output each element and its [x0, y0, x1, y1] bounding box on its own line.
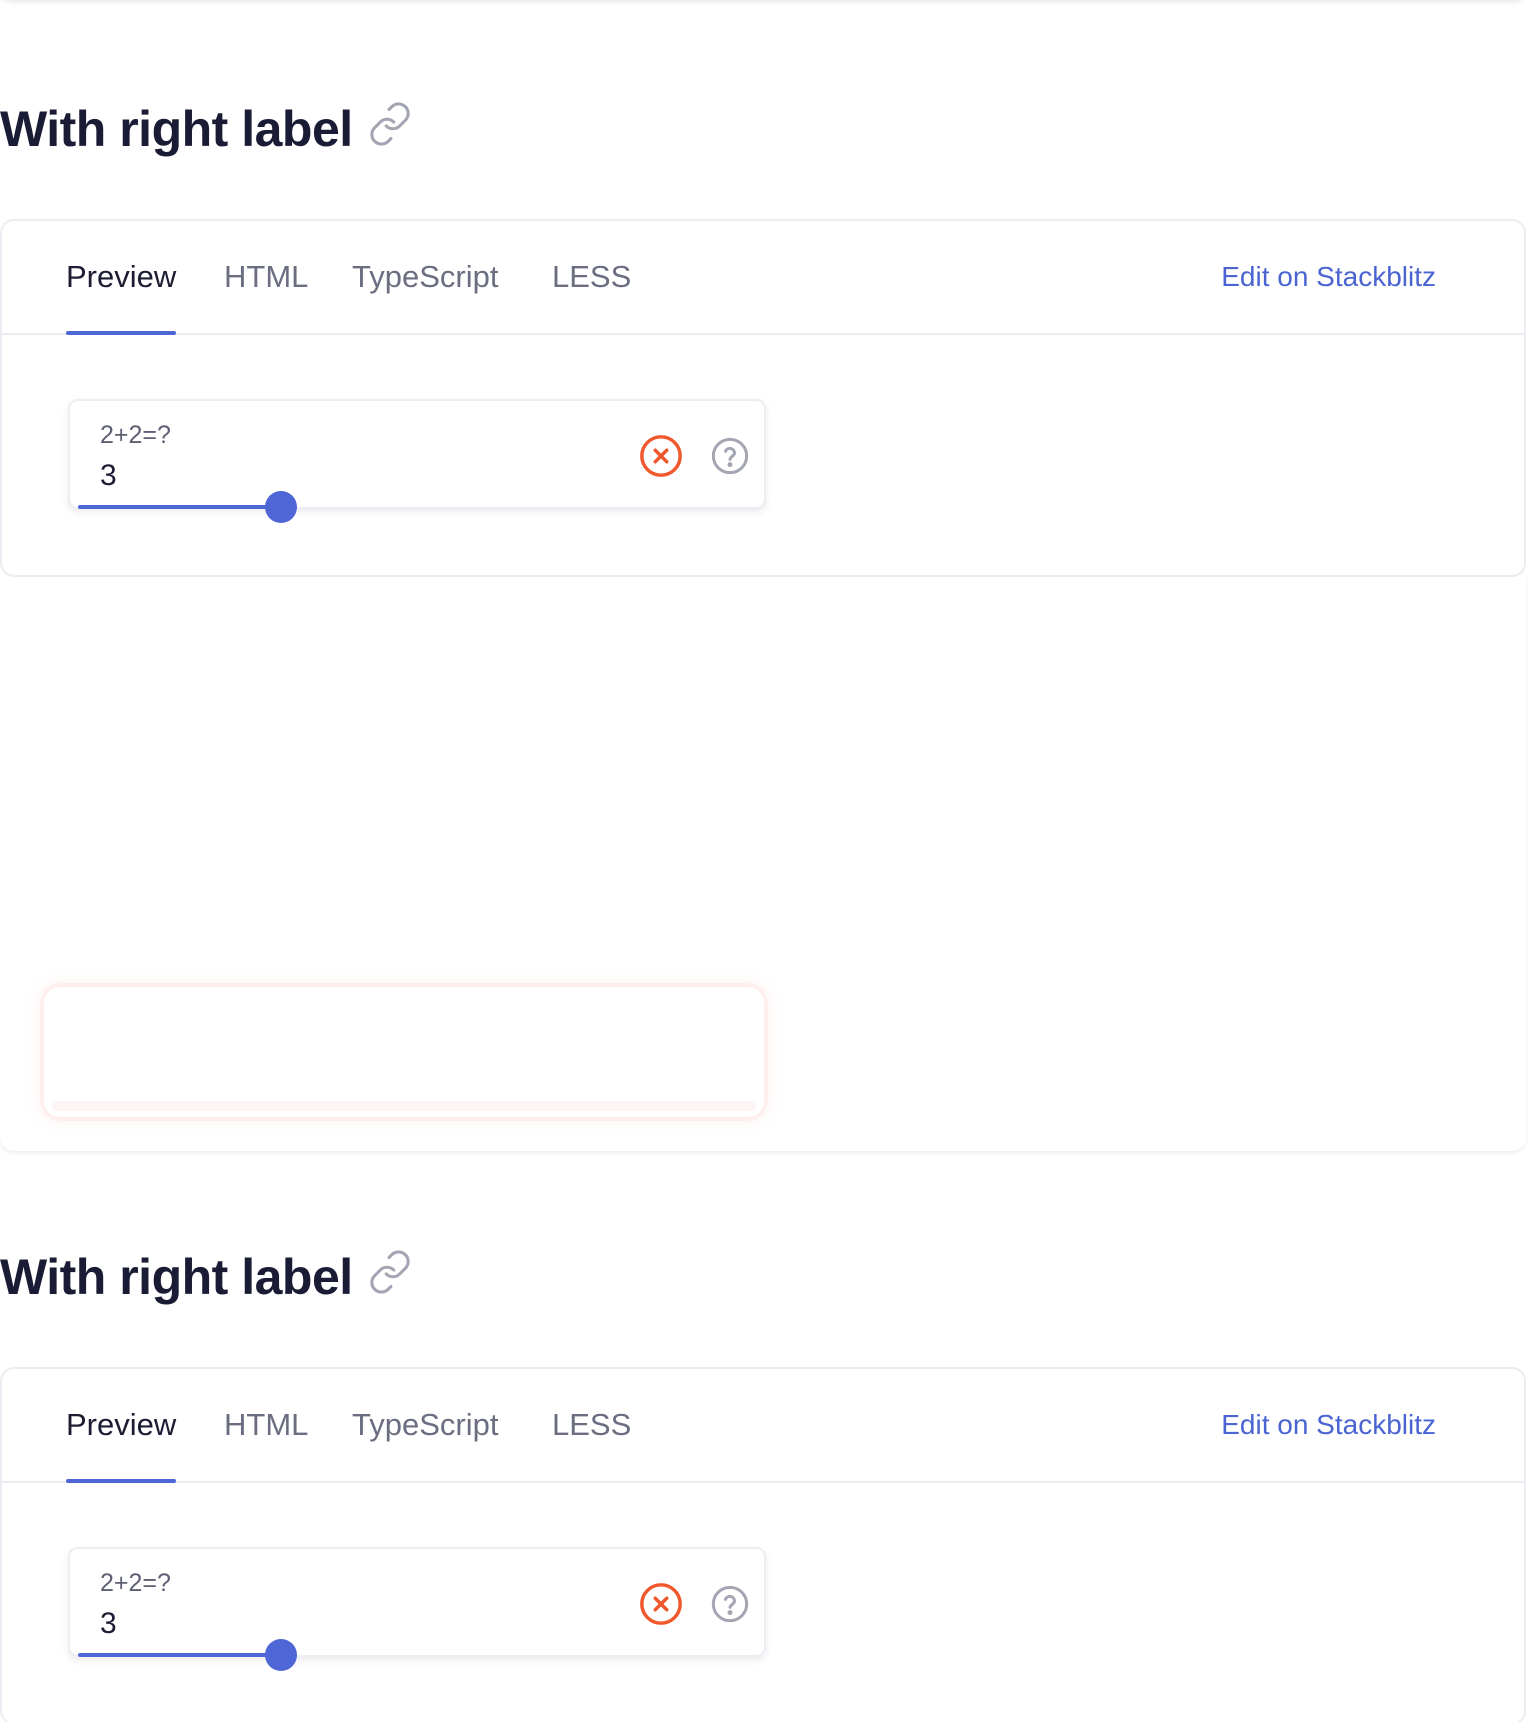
slider-track[interactable]: [78, 491, 756, 523]
tab-typescript[interactable]: TypeScript: [352, 1369, 498, 1481]
section-title: With right label: [0, 101, 413, 157]
tab-label: Preview: [66, 1407, 177, 1442]
tab-less[interactable]: LESS: [552, 1369, 631, 1481]
tab-label: TypeScript: [352, 259, 499, 294]
tab-label: TypeScript: [352, 1407, 499, 1442]
field-value[interactable]: 3: [100, 459, 117, 493]
tab-label: Preview: [66, 259, 177, 294]
section-title-text: With right label: [0, 1249, 353, 1305]
ghost-example-card: [0, 575, 1526, 1150]
ghost-input-field: [44, 987, 764, 1117]
edit-on-stackblitz-link[interactable]: Edit on Stackblitz: [1221, 221, 1436, 333]
example-card: Preview HTML TypeScript LESS Edit on Sta…: [0, 1367, 1526, 1722]
tab-preview[interactable]: Preview: [66, 1369, 177, 1483]
field-value[interactable]: 3: [100, 1607, 117, 1641]
tab-label: LESS: [552, 1407, 632, 1442]
section-title-text: With right label: [0, 101, 353, 157]
preview-area: 2+2=? 3: [2, 335, 1524, 575]
help-circle-icon[interactable]: [710, 1584, 750, 1624]
help-circle-icon[interactable]: [710, 436, 750, 476]
link-icon[interactable]: [367, 101, 413, 147]
example-card: Preview HTML TypeScript LESS Edit on Sta…: [0, 219, 1526, 577]
tab-preview[interactable]: Preview: [66, 221, 177, 335]
input-slider-field[interactable]: 2+2=? 3: [68, 399, 766, 523]
slider-thumb[interactable]: [265, 491, 298, 523]
preview-area: 2+2=? 3: [2, 1483, 1524, 1722]
tab-less[interactable]: LESS: [552, 221, 631, 333]
tab-html[interactable]: HTML: [224, 1369, 308, 1481]
slider-thumb[interactable]: [265, 1639, 298, 1671]
tab-label: HTML: [224, 1407, 309, 1442]
field-label: 2+2=?: [100, 421, 171, 449]
tabs-bar: Preview HTML TypeScript LESS Edit on Sta…: [2, 1369, 1524, 1483]
link-icon[interactable]: [367, 1249, 413, 1295]
documentation-page: With right label Preview HTML TypeScript…: [0, 0, 1528, 1722]
tab-label: LESS: [552, 259, 632, 294]
section-title: With right label: [0, 1249, 413, 1305]
tab-label: HTML: [224, 259, 309, 294]
close-circle-icon[interactable]: [638, 1581, 684, 1627]
tab-typescript[interactable]: TypeScript: [352, 221, 498, 333]
tabs-bar: Preview HTML TypeScript LESS Edit on Sta…: [2, 221, 1524, 335]
slider-track-fill: [78, 1653, 282, 1657]
field-label: 2+2=?: [100, 1569, 171, 1597]
input-slider-field[interactable]: 2+2=? 3: [68, 1547, 766, 1671]
edit-on-stackblitz-link[interactable]: Edit on Stackblitz: [1221, 1369, 1436, 1481]
slider-track-fill: [78, 505, 282, 509]
slider-track[interactable]: [78, 1639, 756, 1671]
close-circle-icon[interactable]: [638, 433, 684, 479]
tab-html[interactable]: HTML: [224, 221, 308, 333]
